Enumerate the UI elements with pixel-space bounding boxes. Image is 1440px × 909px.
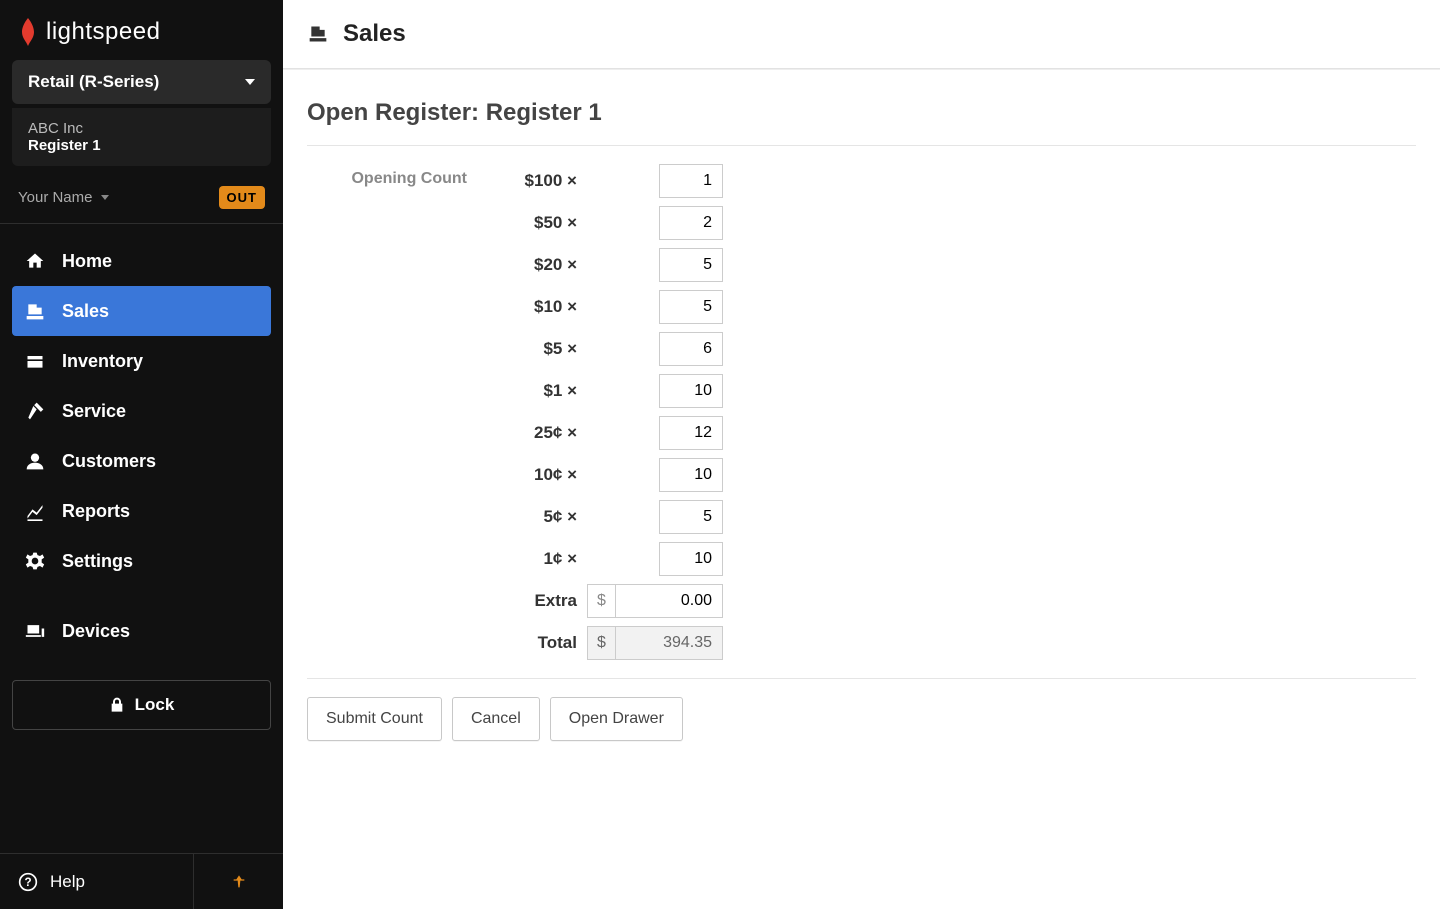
denom-label-10: $10 × (477, 297, 577, 317)
register-icon (24, 300, 46, 322)
denom-input-25c[interactable] (659, 416, 723, 450)
user-name: Your Name (18, 189, 93, 206)
extra-field: $ (587, 584, 723, 618)
currency-symbol: $ (587, 584, 615, 618)
denom-input-1[interactable] (659, 374, 723, 408)
sidebar-item-devices[interactable]: Devices (12, 606, 271, 656)
sidebar-item-reports[interactable]: Reports (12, 486, 271, 536)
user-row: Your Name OUT (0, 176, 283, 223)
svg-text:?: ? (24, 876, 31, 889)
denom-input-100[interactable] (659, 164, 723, 198)
extra-label: Extra (477, 591, 577, 611)
sidebar-item-label: Customers (62, 451, 156, 472)
denom-input-1c[interactable] (659, 542, 723, 576)
denom-label-25c: 25¢ × (477, 423, 577, 443)
main: Sales Open Register: Register 1 Opening … (283, 0, 1440, 909)
clock-status-badge[interactable]: OUT (219, 186, 265, 209)
denom-input-50[interactable] (659, 206, 723, 240)
denom-label-1c: 1¢ × (477, 549, 577, 569)
sidebar-item-label: Reports (62, 501, 130, 522)
action-buttons: Submit Count Cancel Open Drawer (307, 697, 1416, 741)
sidebar-item-sales[interactable]: Sales (12, 286, 271, 336)
sidebar-item-label: Devices (62, 621, 130, 642)
sidebar-item-label: Sales (62, 301, 109, 322)
product-selector-label: Retail (R-Series) (28, 72, 159, 92)
lock-button[interactable]: Lock (12, 680, 271, 730)
denom-input-20[interactable] (659, 248, 723, 282)
brand-text: lightspeed (46, 18, 160, 46)
devices-icon (24, 620, 46, 642)
sidebar-item-label: Settings (62, 551, 133, 572)
flame-icon (16, 18, 40, 46)
pin-button[interactable] (193, 854, 283, 909)
user-menu[interactable]: Your Name (18, 189, 109, 206)
register-name: Register 1 (28, 137, 255, 154)
sidebar-item-inventory[interactable]: Inventory (12, 336, 271, 386)
denom-label-100: $100 × (477, 171, 577, 191)
chevron-down-icon (245, 79, 255, 85)
denom-label-5c: 5¢ × (477, 507, 577, 527)
sidebar-item-settings[interactable]: Settings (12, 536, 271, 586)
denom-label-5: $5 × (477, 339, 577, 359)
shop-name: ABC Inc (28, 120, 255, 137)
inventory-icon (24, 350, 46, 372)
denom-input-5c[interactable] (659, 500, 723, 534)
chevron-down-icon (101, 195, 109, 200)
content: Open Register: Register 1 Opening Count … (283, 69, 1440, 771)
total-label: Total (477, 633, 577, 653)
total-output (615, 626, 723, 660)
customers-icon (24, 450, 46, 472)
total-field: $ (587, 626, 723, 660)
denom-label-10c: 10¢ × (477, 465, 577, 485)
denom-input-5[interactable] (659, 332, 723, 366)
denom-label-20: $20 × (477, 255, 577, 275)
page-title: Open Register: Register 1 (307, 99, 1416, 127)
opening-count-label: Opening Count (307, 164, 467, 188)
lock-button-label: Lock (135, 695, 175, 715)
divider (307, 678, 1416, 679)
sidebar-item-label: Inventory (62, 351, 143, 372)
currency-symbol: $ (587, 626, 615, 660)
open-drawer-button[interactable]: Open Drawer (550, 697, 683, 741)
cancel-button[interactable]: Cancel (452, 697, 540, 741)
hammer-icon (24, 400, 46, 422)
shop-register-box[interactable]: ABC Inc Register 1 (12, 108, 271, 166)
sidebar: lightspeed Retail (R-Series) ABC Inc Reg… (0, 0, 283, 909)
page-header: Sales (283, 0, 1440, 69)
header-title: Sales (343, 20, 406, 48)
home-icon (24, 250, 46, 272)
denom-label-50: $50 × (477, 213, 577, 233)
extra-input[interactable] (615, 584, 723, 618)
submit-count-button[interactable]: Submit Count (307, 697, 442, 741)
lock-icon (109, 696, 125, 714)
sidebar-item-service[interactable]: Service (12, 386, 271, 436)
sidebar-item-label: Home (62, 251, 112, 272)
gear-icon (24, 550, 46, 572)
denom-input-10c[interactable] (659, 458, 723, 492)
sidebar-item-home[interactable]: Home (12, 236, 271, 286)
product-selector[interactable]: Retail (R-Series) (12, 60, 271, 104)
help-icon: ? (18, 872, 38, 892)
denom-input-10[interactable] (659, 290, 723, 324)
opening-count-table: Opening Count $100 × $50 × $20 × $10 × $… (307, 164, 1416, 660)
help-label: Help (50, 872, 85, 892)
sidebar-item-customers[interactable]: Customers (12, 436, 271, 486)
nav: Home Sales Inventory Service Customers (0, 224, 283, 668)
brand-logo: lightspeed (0, 0, 283, 60)
help-button[interactable]: ? Help (0, 854, 193, 909)
reports-icon (24, 500, 46, 522)
denom-label-1: $1 × (477, 381, 577, 401)
register-icon (307, 24, 329, 44)
sidebar-item-label: Service (62, 401, 126, 422)
sidebar-footer: ? Help (0, 853, 283, 909)
divider (307, 145, 1416, 146)
pin-icon (231, 873, 247, 891)
